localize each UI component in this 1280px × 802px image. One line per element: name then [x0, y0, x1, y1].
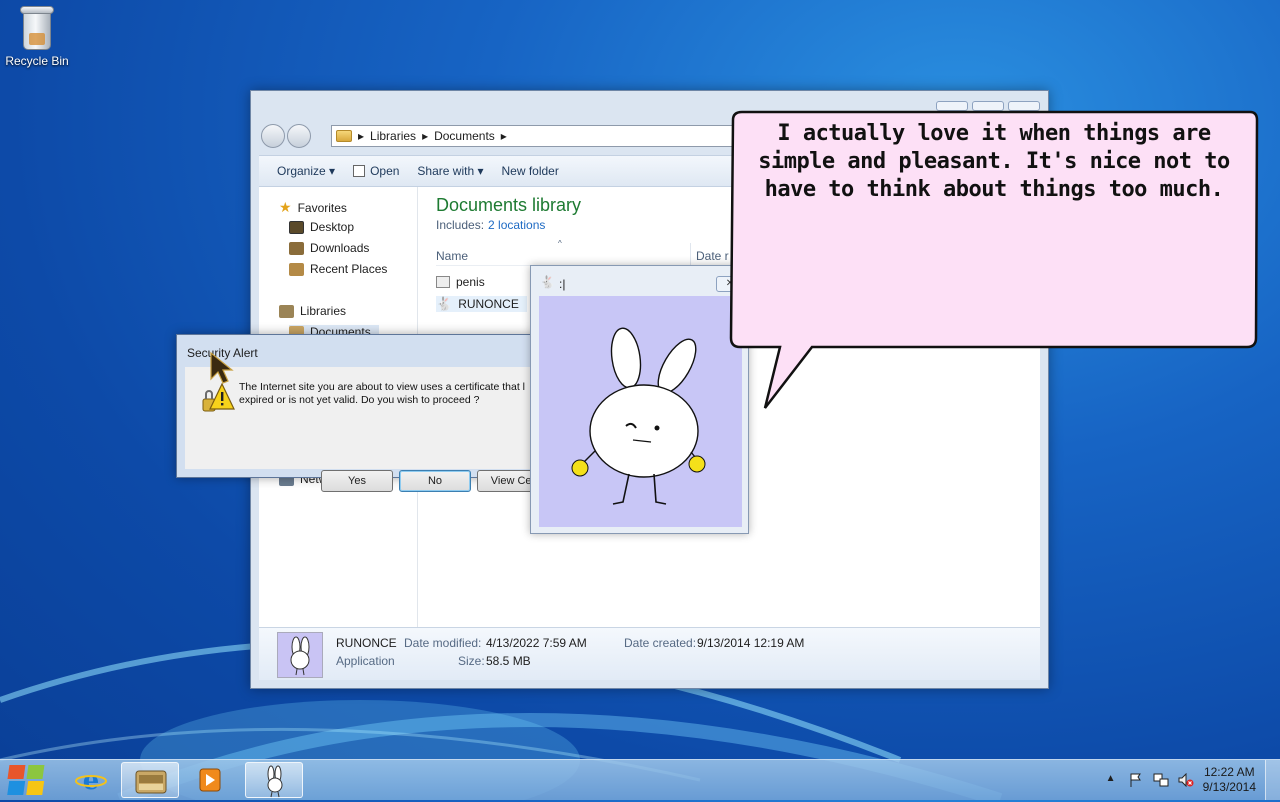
- media-player-icon: [199, 768, 221, 792]
- volume-muted-icon[interactable]: [1178, 773, 1194, 787]
- detail-file-name: RUNONCE: [336, 636, 397, 650]
- yes-button[interactable]: Yes: [321, 470, 393, 492]
- start-button[interactable]: [4, 761, 52, 799]
- taskbar-file-explorer[interactable]: [121, 762, 179, 798]
- show-hidden-icons-icon[interactable]: ▲: [1103, 773, 1119, 787]
- taskbar-internet-explorer[interactable]: e: [62, 762, 120, 798]
- internet-explorer-icon: e: [75, 766, 107, 796]
- detail-size-label: Size:: [458, 654, 485, 668]
- action-center-flag-icon[interactable]: [1128, 773, 1144, 787]
- clock-date: 9/13/2014: [1202, 780, 1256, 794]
- detail-created-value: 9/13/2014 12:19 AM: [697, 636, 805, 650]
- detail-modified-label: Date modified:: [404, 636, 482, 650]
- detail-file-type: Application: [336, 654, 395, 668]
- detail-size-value: 58.5 MB: [486, 654, 531, 668]
- file-explorer-icon: [135, 770, 167, 794]
- taskbar-bunny-app[interactable]: [245, 762, 303, 798]
- detail-modified-value: 4/13/2022 7:59 AM: [486, 636, 587, 650]
- clock[interactable]: 12:22 AM 9/13/2014: [1203, 765, 1256, 795]
- bunny-app-icon: [267, 765, 283, 798]
- speech-bubble-text: I actually love it when things are simpl…: [758, 121, 1230, 202]
- detail-created-label: Date created:: [624, 636, 697, 650]
- show-desktop-button[interactable]: [1265, 760, 1280, 800]
- details-pane: RUNONCE Application Date modified: 4/13/…: [259, 627, 1040, 680]
- svg-text:e: e: [83, 766, 100, 796]
- taskbar: e ▲ 12:22 AM 9/13/2014: [0, 759, 1280, 800]
- no-button[interactable]: No: [399, 470, 471, 492]
- taskbar-media-player[interactable]: [180, 762, 238, 798]
- network-icon[interactable]: [1153, 773, 1169, 787]
- bunny-app-icon: [277, 632, 323, 678]
- speech-bubble: [729, 110, 1259, 409]
- system-tray: ▲ 12:22 AM 9/13/2014: [1103, 760, 1280, 800]
- clock-time: 12:22 AM: [1203, 765, 1255, 779]
